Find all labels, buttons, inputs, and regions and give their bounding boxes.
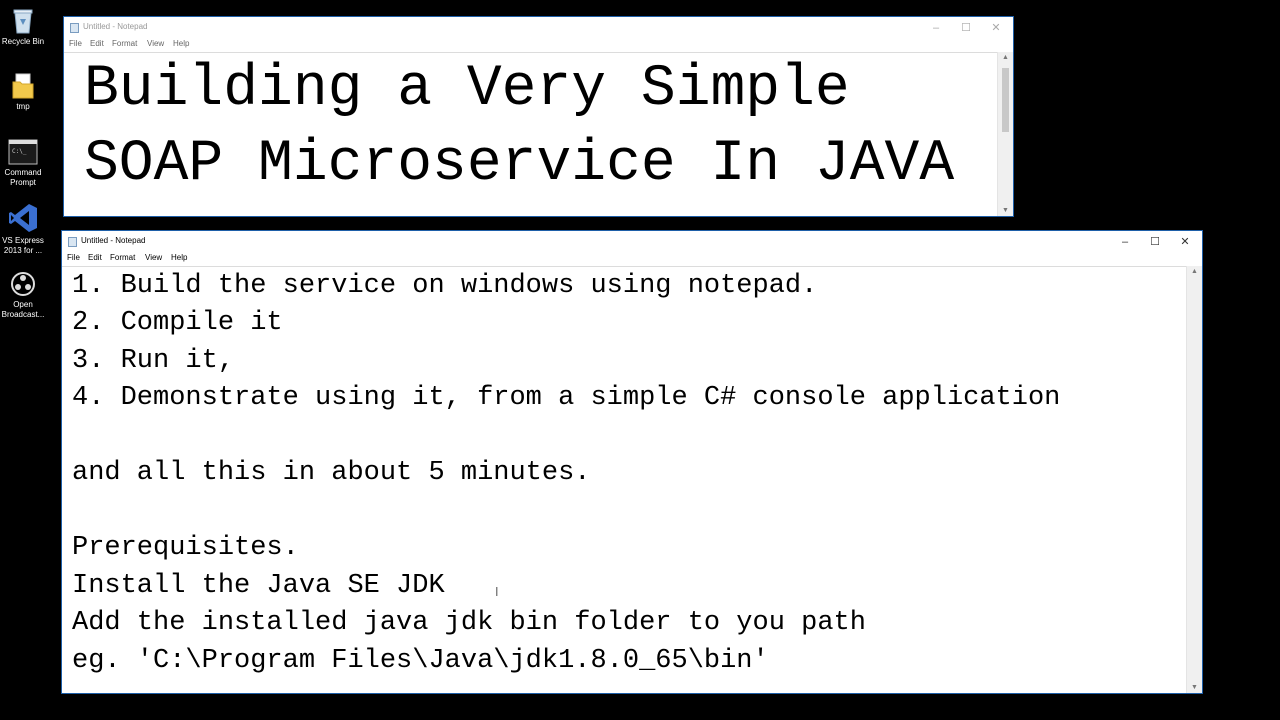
desktop-icon-obs[interactable]: Open Broadcast... bbox=[0, 270, 46, 320]
window-title: Untitled - Notepad bbox=[81, 236, 146, 245]
editor-line: and all this in about 5 minutes. bbox=[72, 458, 591, 488]
notepad-window-title[interactable]: Untitled - Notepad – ☐ ✕ File Edit Forma… bbox=[63, 16, 1014, 217]
obs-icon bbox=[11, 272, 35, 296]
menu-view[interactable]: View bbox=[145, 253, 162, 262]
editor-line: 1. Build the service on windows using no… bbox=[72, 271, 818, 301]
editor-line: Prerequisites. bbox=[72, 533, 299, 563]
maximize-button[interactable]: ☐ bbox=[951, 17, 981, 39]
editor-line: eg. 'C:\Program Files\Java\jdk1.8.0_65\b… bbox=[72, 646, 769, 676]
desktop-icon-command-prompt[interactable]: C:\_ Command Prompt bbox=[0, 138, 46, 188]
visual-studio-icon bbox=[9, 204, 37, 232]
vertical-scrollbar[interactable]: ▲ ▼ bbox=[997, 52, 1013, 216]
minimize-button[interactable]: – bbox=[921, 17, 951, 39]
close-button[interactable]: ✕ bbox=[1170, 231, 1200, 253]
text-editor[interactable]: Building a Very Simple SOAP Microservice… bbox=[64, 52, 997, 216]
desktop-icon-recycle-bin[interactable]: Recycle Bin bbox=[0, 5, 46, 47]
menu-help[interactable]: Help bbox=[173, 39, 189, 48]
editor-line: SOAP Microservice In JAVA bbox=[84, 132, 955, 197]
menu-file[interactable]: File bbox=[67, 253, 80, 262]
desktop-icon-label: Command Prompt bbox=[4, 168, 42, 187]
menu-edit[interactable]: Edit bbox=[90, 39, 104, 48]
scroll-up-arrow-icon[interactable]: ▲ bbox=[998, 54, 1013, 61]
menu-help[interactable]: Help bbox=[171, 253, 187, 262]
desktop-icon-label: VS Express 2013 for ... bbox=[2, 236, 44, 255]
notepad-window-notes[interactable]: Untitled - Notepad – ☐ ✕ File Edit Forma… bbox=[61, 230, 1203, 694]
desktop-icon-label: Recycle Bin bbox=[1, 37, 45, 46]
editor-line: 3. Run it, bbox=[72, 346, 235, 376]
recycle-bin-icon bbox=[13, 9, 33, 34]
maximize-button[interactable]: ☐ bbox=[1140, 231, 1170, 253]
menu-bar: File Edit Format View Help bbox=[64, 39, 1013, 51]
svg-text:C:\_: C:\_ bbox=[12, 148, 27, 155]
scroll-up-arrow-icon[interactable]: ▲ bbox=[1187, 268, 1202, 275]
minimize-button[interactable]: – bbox=[1110, 231, 1140, 253]
scroll-down-arrow-icon[interactable]: ▼ bbox=[998, 207, 1013, 214]
editor-line: Install the Java SE JDK bbox=[72, 571, 445, 601]
command-prompt-icon: C:\_ bbox=[8, 139, 38, 165]
menu-view[interactable]: View bbox=[147, 39, 164, 48]
window-title: Untitled - Notepad bbox=[83, 22, 148, 31]
editor-line: 4. Demonstrate using it, from a simple C… bbox=[72, 383, 1061, 413]
editor-line: 2. Compile it bbox=[72, 308, 283, 338]
scroll-down-arrow-icon[interactable]: ▼ bbox=[1187, 684, 1202, 691]
desktop-icon-vs-express[interactable]: VS Express 2013 for ... bbox=[0, 202, 46, 256]
close-button[interactable]: ✕ bbox=[981, 17, 1011, 39]
vertical-scrollbar[interactable]: ▲ ▼ bbox=[1186, 266, 1202, 693]
menu-file[interactable]: File bbox=[69, 39, 82, 48]
desktop-icon-label: Open Broadcast... bbox=[1, 300, 45, 319]
text-editor[interactable]: 1. Build the service on windows using no… bbox=[62, 266, 1186, 693]
desktop-icon-label: tmp bbox=[16, 102, 30, 111]
menu-format[interactable]: Format bbox=[110, 253, 135, 262]
editor-line: Building a Very Simple bbox=[84, 57, 850, 122]
title-bar[interactable]: Untitled - Notepad – ☐ ✕ bbox=[62, 231, 1202, 253]
notepad-icon bbox=[70, 23, 79, 33]
editor-line: Add the installed java jdk bin folder to… bbox=[72, 608, 866, 638]
desktop-icon-tmp[interactable]: tmp bbox=[0, 72, 46, 112]
menu-edit[interactable]: Edit bbox=[88, 253, 102, 262]
notepad-icon bbox=[68, 237, 77, 247]
scroll-thumb[interactable] bbox=[1002, 68, 1009, 132]
menu-format[interactable]: Format bbox=[112, 39, 137, 48]
folder-icon bbox=[12, 73, 34, 99]
menu-bar: File Edit Format View Help bbox=[62, 253, 1202, 265]
text-cursor-icon: I bbox=[495, 585, 499, 599]
title-bar[interactable]: Untitled - Notepad – ☐ ✕ bbox=[64, 17, 1013, 39]
